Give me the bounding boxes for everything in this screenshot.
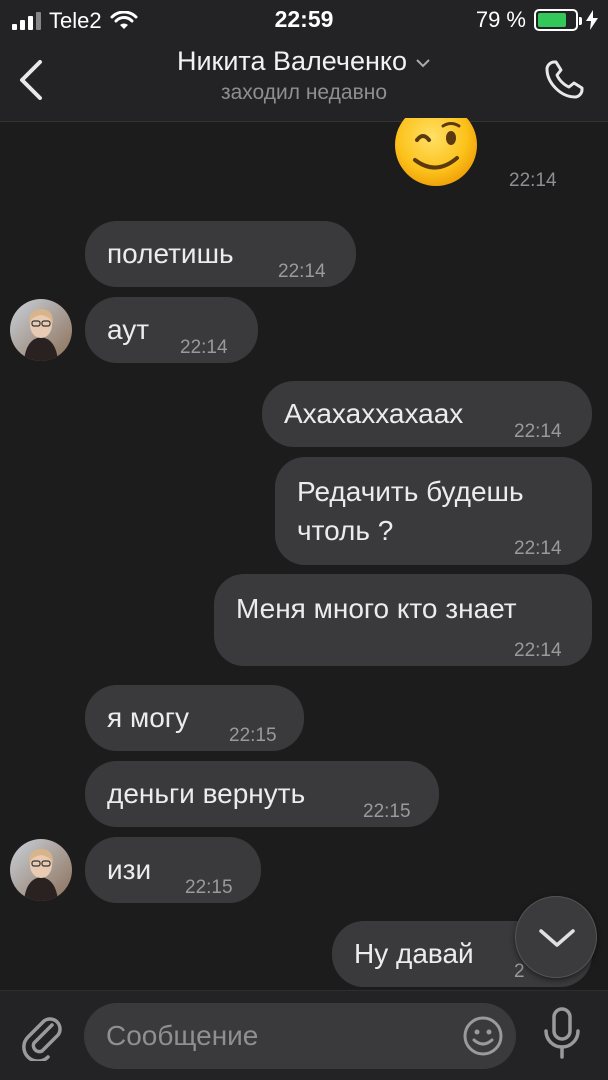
chevron-down-icon <box>539 929 575 947</box>
avatar-photo <box>10 839 72 901</box>
message-text: Ну давай <box>354 938 474 969</box>
message-time: 22:15 <box>229 725 277 746</box>
message-time: 22:14 <box>509 170 557 191</box>
message-time: 22:14 <box>514 421 562 442</box>
smile-icon[interactable] <box>462 1015 504 1057</box>
outgoing-message[interactable]: Ахахаххахаах 22:14 <box>262 381 592 447</box>
incoming-message[interactable]: изи 22:15 <box>85 837 261 903</box>
message-time: 22:14 <box>180 337 228 358</box>
message-time: 22:15 <box>363 801 411 822</box>
emoji-message[interactable] <box>393 118 479 188</box>
contact-name-row[interactable]: Никита Валеченко <box>0 46 608 77</box>
avatar[interactable] <box>10 839 72 901</box>
message-input[interactable] <box>106 1015 446 1057</box>
message-time: 22:15 <box>185 877 233 898</box>
message-text: деньги вернуть <box>107 778 306 809</box>
message-time: 22:14 <box>514 640 562 661</box>
incoming-message[interactable]: полетишь 22:14 <box>85 221 356 287</box>
charging-icon <box>586 10 598 30</box>
chevron-down-icon <box>416 59 430 68</box>
message-field[interactable] <box>84 1003 516 1069</box>
avatar[interactable] <box>10 299 72 361</box>
message-text-line-2: чтоль ? <box>297 515 394 546</box>
message-input-bar <box>0 990 608 1080</box>
message-text: Меня много кто знает <box>236 593 517 624</box>
outgoing-message[interactable]: Меня много кто знает 22:14 <box>214 574 592 666</box>
microphone-icon[interactable] <box>540 1007 584 1061</box>
message-text: полетишь <box>107 238 234 269</box>
battery-percent: 79 % <box>475 7 526 32</box>
message-time: 22:14 <box>278 261 326 282</box>
contact-name: Никита Валеченко <box>176 46 408 76</box>
message-text: аут <box>107 314 150 345</box>
message-time: 22:14 <box>514 538 562 559</box>
incoming-message[interactable]: деньги вернуть 22:15 <box>85 761 439 827</box>
incoming-message[interactable]: аут 22:14 <box>85 297 258 363</box>
outgoing-message[interactable]: Редачить будешь чтоль ? 22:14 <box>275 457 592 565</box>
battery-icon <box>534 9 582 31</box>
message-text: я могу <box>107 702 189 733</box>
status-bar: Tele2 22:59 79 % <box>0 0 608 40</box>
message-text-line-1: Редачить будешь <box>297 476 524 507</box>
incoming-message[interactable]: я могу 22:15 <box>85 685 304 751</box>
wink-emoji-icon <box>395 118 477 186</box>
contact-status: заходил недавно <box>220 81 388 104</box>
phone-icon[interactable] <box>540 56 588 104</box>
scroll-to-bottom-button[interactable] <box>515 896 597 978</box>
message-text: Ахахаххахаах <box>284 398 464 429</box>
contact-info[interactable]: Никита Валеченко заходил недавно <box>0 46 608 105</box>
avatar-photo <box>10 299 72 361</box>
status-right: 79 % <box>476 7 598 33</box>
battery-fill <box>538 13 567 27</box>
chat-header: Никита Валеченко заходил недавно <box>0 40 608 122</box>
paperclip-icon[interactable] <box>20 1011 64 1061</box>
message-text: изи <box>107 854 152 885</box>
